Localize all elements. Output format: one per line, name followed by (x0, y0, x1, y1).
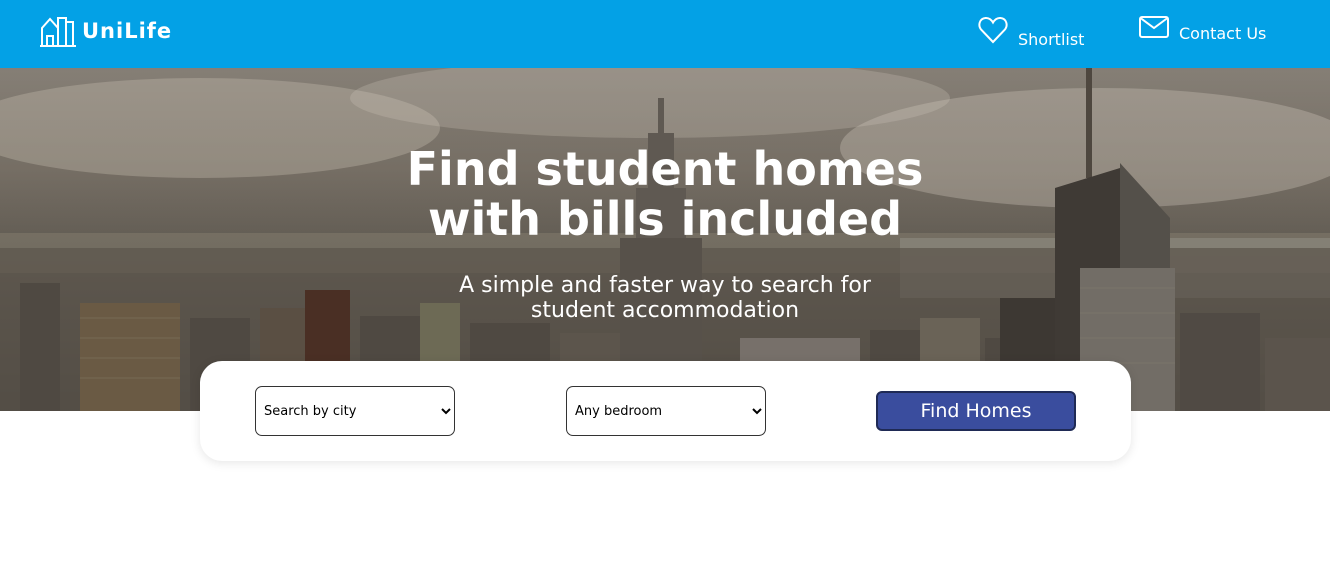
hero-title-line-2: with bills included (428, 192, 902, 246)
heart-icon (978, 16, 1008, 44)
contact-us-link[interactable]: Contact Us (1139, 16, 1266, 43)
shortlist-link[interactable]: Shortlist (978, 16, 1084, 49)
hero-banner: Find student homes with bills included A… (0, 68, 1330, 411)
find-homes-button[interactable]: Find Homes (876, 391, 1076, 431)
hero-subtitle-line-2: student accommodation (530, 298, 800, 323)
hero-subtitle: A simple and faster way to search for st… (0, 273, 1330, 323)
city-select[interactable]: Search by city (255, 386, 455, 436)
contact-us-label: Contact Us (1179, 24, 1267, 43)
envelope-icon (1139, 16, 1169, 38)
brand-name: UniLife (82, 19, 173, 43)
hero-title-line-1: Find student homes (406, 142, 924, 196)
shortlist-label: Shortlist (1018, 30, 1085, 49)
top-navbar: UniLife Shortlist Contact Us (0, 0, 1330, 68)
hero-title: Find student homes with bills included (0, 144, 1330, 244)
search-panel: Search by city Any bedroom Find Homes (200, 361, 1131, 461)
logo[interactable]: UniLife (40, 15, 172, 47)
bedroom-select[interactable]: Any bedroom (566, 386, 766, 436)
house-logo-icon (40, 17, 76, 47)
hero-subtitle-line-1: A simple and faster way to search for (459, 273, 871, 298)
